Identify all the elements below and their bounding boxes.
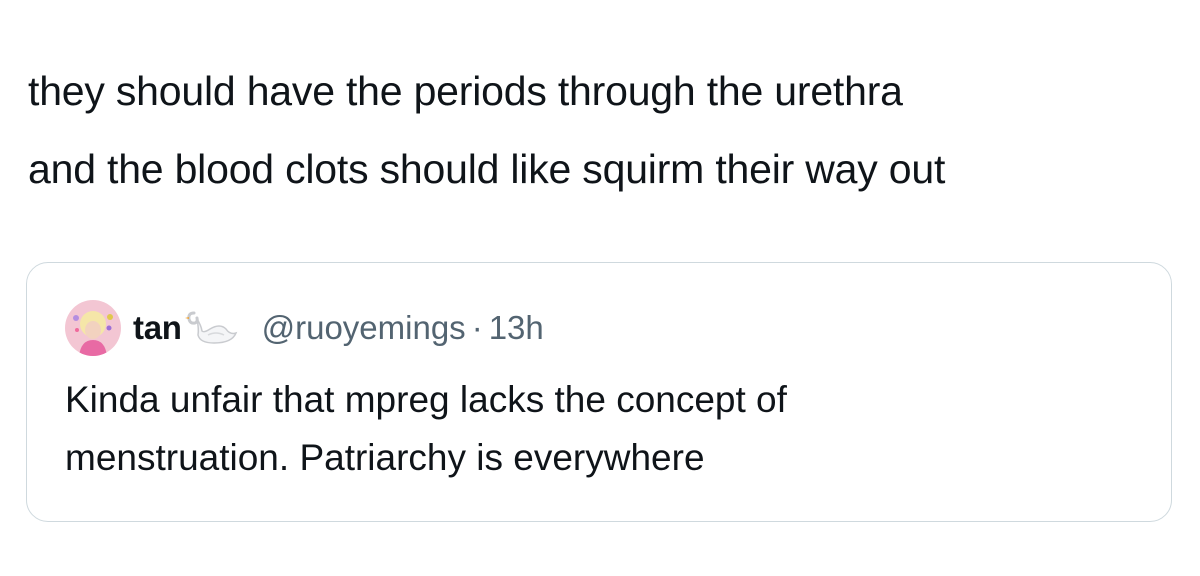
swan-emoji-icon xyxy=(184,311,237,344)
quoted-tweet-card[interactable]: tan @ruoyemings · 13h Kinda unfair that … xyxy=(26,262,1172,522)
tweet-text-line: and the blood clots should like squirm t… xyxy=(28,146,946,192)
tweet-text: they should have the periods through the… xyxy=(28,52,1188,208)
quoted-tweet-text-line: Kinda unfair that mpreg lacks the concep… xyxy=(65,379,787,420)
avatar[interactable] xyxy=(65,300,121,356)
avatar-photo-icon xyxy=(65,300,121,356)
quoted-tweet-text: Kinda unfair that mpreg lacks the concep… xyxy=(65,371,1145,487)
author-display-name[interactable]: tan xyxy=(133,309,182,347)
post-timestamp[interactable]: 13h xyxy=(489,309,544,347)
separator-dot: · xyxy=(471,309,483,346)
tweet-text-line: they should have the periods through the… xyxy=(28,68,903,114)
quoted-tweet-header: tan @ruoyemings · 13h xyxy=(65,299,544,357)
quoted-tweet-text-line: menstruation. Patriarchy is everywhere xyxy=(65,437,705,478)
author-handle[interactable]: @ruoyemings xyxy=(262,309,466,347)
